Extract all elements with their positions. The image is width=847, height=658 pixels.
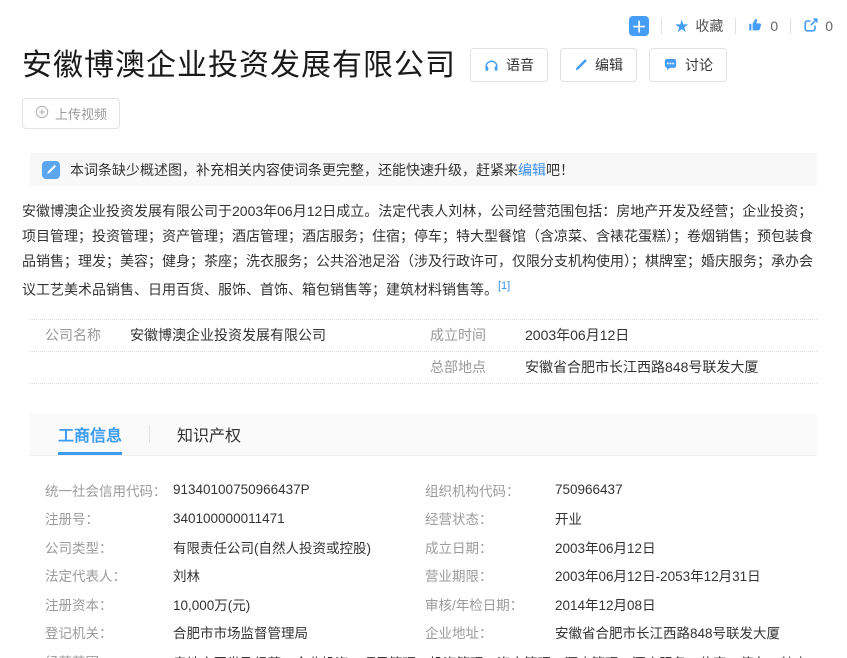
like-count: 0 (770, 18, 778, 34)
registration-authority-label: 登记机关： (45, 622, 173, 642)
headquarters-value: 安徽省合肥市长江西路848号联发大厦 (525, 357, 817, 377)
table-row: 登记机关： 合肥市市场监督管理局 企业地址： 安徽省合肥市长江西路848号联发大… (22, 618, 825, 647)
like-button[interactable]: 0 (748, 17, 778, 36)
share-icon (803, 17, 819, 36)
share-button[interactable]: 0 (803, 17, 833, 36)
table-row: 注册号： 340100000011471 经营状态： 开业 (22, 504, 825, 533)
founded-date-label: 成立时间 (430, 325, 525, 345)
add-icon[interactable]: ＋ (629, 16, 649, 36)
page-title: 安徽博澳企业投资发展有限公司 (22, 40, 456, 84)
tab-business-info-label: 工商信息 (58, 422, 122, 446)
edit-badge-icon (42, 161, 60, 179)
discuss-button-label: 讨论 (685, 55, 713, 75)
title-row: 安徽博澳企业投资发展有限公司 语音 编辑 讨论 (22, 0, 825, 84)
divider (735, 18, 736, 34)
discuss-button[interactable]: 讨论 (649, 48, 727, 82)
table-row: 法定代表人： 刘林 营业期限： 2003年06月12日-2053年12月31日 (22, 561, 825, 590)
favorite-button[interactable]: ★ 收藏 (674, 16, 723, 36)
comment-icon (663, 58, 678, 73)
edit-button[interactable]: 编辑 (560, 48, 637, 82)
voice-button[interactable]: 语音 (470, 48, 548, 82)
org-code-label: 组织机构代码： (425, 480, 555, 500)
registered-capital-value: 10,000万(元) (173, 594, 425, 614)
tab-intellectual-property[interactable]: 知识产权 (177, 413, 241, 455)
tab-bar: 工商信息 知识产权 (30, 414, 817, 456)
share-count: 0 (825, 18, 833, 34)
reg-number-label: 注册号： (45, 508, 173, 528)
divider (790, 18, 791, 34)
registration-authority-value: 合肥市市场监督管理局 (173, 622, 425, 642)
company-name-label: 公司名称 (45, 325, 130, 345)
business-scope-label: 经营范围： (45, 651, 173, 658)
top-action-bar: ＋ ★ 收藏 0 0 (629, 16, 833, 36)
annual-check-value: 2014年12月08日 (555, 594, 825, 614)
title-buttons: 语音 编辑 讨论 (470, 48, 727, 82)
establish-date-value: 2003年06月12日 (555, 537, 825, 557)
upload-video-button[interactable]: 上传视频 (22, 98, 120, 129)
pencil-icon (574, 58, 588, 72)
star-icon: ★ (674, 18, 689, 35)
notice-edit-link[interactable]: 编辑 (518, 162, 546, 178)
headquarters-label: 总部地点 (430, 357, 525, 377)
notice-bar: 本词条缺少概述图，补充相关内容使词条更完整，还能快速升级，赶紧来编辑吧！ (30, 153, 817, 186)
reg-number-value: 340100000011471 (173, 511, 425, 526)
voice-button-label: 语音 (506, 55, 534, 75)
legal-rep-value: 刘林 (173, 565, 425, 585)
business-scope-value: 房地产开发及经营；企业投资；项目管理；投资管理；资产管理；酒店管理；酒店服务；住… (173, 651, 825, 658)
table-row: 统一社会信用代码： 91340100750966437P 组织机构代码： 750… (22, 476, 825, 505)
company-address-label: 企业地址： (425, 622, 555, 642)
company-type-value: 有限责任公司(自然人投资或控股) (173, 537, 425, 557)
notice-suffix: 吧！ (546, 162, 574, 178)
business-term-value: 2003年06月12日-2053年12月31日 (555, 565, 825, 585)
founded-date-value: 2003年06月12日 (525, 325, 817, 345)
status-value: 开业 (555, 508, 825, 528)
credit-code-label: 统一社会信用代码： (45, 480, 173, 500)
status-label: 经营状态： (425, 508, 555, 528)
establish-date-label: 成立日期： (425, 537, 555, 557)
thumbs-up-icon (748, 17, 764, 36)
registered-capital-label: 注册资本： (45, 594, 173, 614)
summary-text: 安徽博澳企业投资发展有限公司于2003年06月12日成立。法定代表人刘林，公司经… (22, 203, 813, 298)
upload-video-label: 上传视频 (55, 104, 107, 123)
legal-rep-label: 法定代表人： (45, 565, 173, 585)
basic-info-row: 总部地点 安徽省合肥市长江西路848号联发大厦 (30, 352, 817, 384)
tab-divider (149, 425, 150, 443)
credit-code-value: 91340100750966437P (173, 482, 425, 497)
edit-button-label: 编辑 (595, 55, 623, 75)
business-term-label: 营业期限： (425, 565, 555, 585)
headphones-icon (484, 58, 499, 73)
business-info-table: 统一社会信用代码： 91340100750966437P 组织机构代码： 750… (22, 476, 825, 658)
basic-info-row: 公司名称 安徽博澳企业投资发展有限公司 成立时间 2003年06月12日 (30, 320, 817, 352)
divider (661, 18, 662, 34)
plus-circle-icon (35, 105, 49, 122)
annual-check-label: 审核/年检日期： (425, 594, 555, 614)
notice-text: 本词条缺少概述图，补充相关内容使词条更完整，还能快速升级，赶紧来编辑吧！ (70, 160, 574, 180)
favorite-label: 收藏 (695, 16, 723, 36)
table-row: 公司类型： 有限责任公司(自然人投资或控股) 成立日期： 2003年06月12日 (22, 533, 825, 562)
company-type-label: 公司类型： (45, 537, 173, 557)
notice-prefix: 本词条缺少概述图，补充相关内容使词条更完整，还能快速升级，赶紧来 (70, 162, 518, 178)
business-scope-row: 经营范围： 房地产开发及经营；企业投资；项目管理；投资管理；资产管理；酒店管理；… (22, 647, 825, 658)
tab-intellectual-property-label: 知识产权 (177, 422, 241, 446)
table-row: 注册资本： 10,000万(元) 审核/年检日期： 2014年12月08日 (22, 590, 825, 619)
tab-business-info[interactable]: 工商信息 (58, 413, 122, 455)
org-code-value: 750966437 (555, 482, 825, 497)
reference-link[interactable]: [1] (498, 280, 510, 292)
company-address-value: 安徽省合肥市长江西路848号联发大厦 (555, 622, 825, 642)
summary-paragraph: 安徽博澳企业投资发展有限公司于2003年06月12日成立。法定代表人刘林，公司经… (22, 199, 825, 303)
basic-info-box: 公司名称 安徽博澳企业投资发展有限公司 成立时间 2003年06月12日 总部地… (30, 319, 817, 384)
company-name-value: 安徽博澳企业投资发展有限公司 (130, 325, 430, 345)
baike-entry-page: ＋ ★ 收藏 0 0 安徽博澳企业投资发展有限公司 (0, 0, 847, 658)
